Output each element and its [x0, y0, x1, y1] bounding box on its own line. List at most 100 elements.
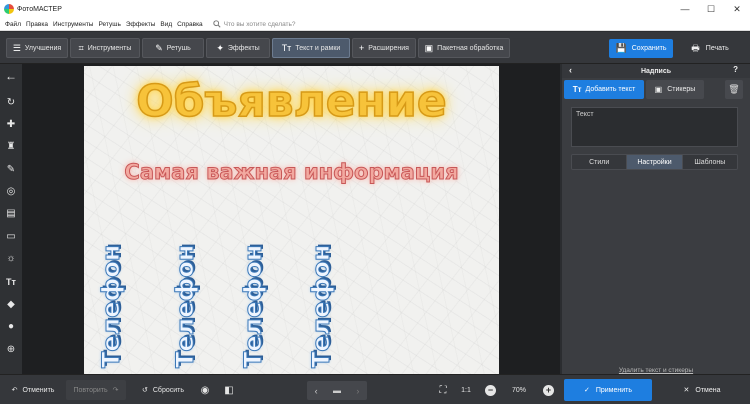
- paint-bucket-icon[interactable]: ◆: [3, 296, 19, 312]
- delete-text-stickers-link[interactable]: Удалить текст и стикеры: [562, 367, 750, 374]
- app-title: ФотоМАСТЕР: [17, 5, 62, 13]
- save-icon: 💾: [615, 43, 627, 53]
- next-photo-icon[interactable]: ›: [356, 386, 359, 396]
- print-button[interactable]: 🖶 Печать: [678, 39, 742, 58]
- back-arrow-icon[interactable]: ←: [3, 68, 19, 84]
- print-label: Печать: [705, 45, 729, 52]
- zoom-out-icon[interactable]: −: [485, 385, 496, 396]
- redo-button[interactable]: Повторить ↷: [66, 380, 126, 400]
- app-window: ФотоМАСТЕР — ☐ ✕ Файл Правка Инструменты…: [0, 0, 750, 404]
- phone-text-1[interactable]: Телефон: [96, 238, 126, 368]
- brush-icon[interactable]: ✎: [3, 161, 19, 177]
- text-icon: Tт: [281, 43, 292, 53]
- rotate-icon[interactable]: ↻: [3, 94, 19, 110]
- phone-text-2[interactable]: Телефон: [170, 238, 200, 368]
- apply-button[interactable]: ✓ Применить: [564, 379, 652, 401]
- minimize-button[interactable]: —: [672, 0, 698, 18]
- batch-images-icon: ▣: [424, 42, 434, 53]
- gradient-filter-icon[interactable]: ▤: [3, 205, 19, 221]
- stickers-button[interactable]: ▣ Стикеры: [646, 80, 704, 99]
- tab-label: Ретушь: [166, 44, 191, 52]
- cancel-label: Отмена: [695, 386, 721, 394]
- close-button[interactable]: ✕: [724, 0, 750, 18]
- crop-icon: ⌗: [78, 42, 84, 53]
- menu-retouch[interactable]: Ретушь: [98, 21, 120, 28]
- tab-templates[interactable]: Шаблоны: [682, 155, 737, 169]
- apply-label: Применить: [595, 386, 633, 394]
- tab-label: Текст и рамки: [295, 44, 341, 52]
- plus-icon: +: [359, 43, 365, 53]
- undo-button[interactable]: ↶ Отменить: [6, 380, 60, 400]
- color-drop-icon[interactable]: ●: [3, 318, 19, 334]
- panel-title: Надпись: [640, 67, 672, 75]
- bottom-bar: ↶ Отменить Повторить ↷ ↺ Сбросить ◉ ◧ ‹ …: [0, 374, 750, 404]
- tab-retouch[interactable]: ✎ Ретушь: [142, 38, 204, 58]
- folder-icon[interactable]: ▬: [333, 386, 341, 395]
- target-icon[interactable]: ◎: [3, 183, 19, 199]
- prev-photo-icon[interactable]: ‹: [315, 386, 318, 396]
- text-input[interactable]: Текст: [571, 107, 738, 147]
- tab-effects[interactable]: ✦ Эффекты: [206, 38, 270, 58]
- add-text-label: Добавить текст: [585, 86, 636, 93]
- healing-brush-icon[interactable]: ✚: [3, 116, 19, 132]
- crosshair-icon[interactable]: ⊕: [3, 341, 19, 357]
- menu-edit[interactable]: Правка: [26, 21, 48, 28]
- actual-size-button[interactable]: 1:1: [456, 380, 476, 400]
- menu-tools[interactable]: Инструменты: [53, 21, 94, 28]
- reset-label: Сбросить: [152, 386, 184, 394]
- trash-button[interactable]: 🗑: [725, 80, 743, 99]
- menu-view[interactable]: Вид: [160, 21, 172, 28]
- maximize-button[interactable]: ☐: [698, 0, 724, 18]
- reset-icon: ↺: [142, 387, 148, 394]
- tab-extensions[interactable]: + Расширения: [352, 38, 416, 58]
- phone-text-3[interactable]: Телефон: [238, 238, 268, 368]
- tab-settings[interactable]: Настройки: [627, 155, 683, 169]
- search-icon: [212, 20, 221, 28]
- back-chevron-icon[interactable]: ‹: [569, 65, 572, 75]
- sticker-icon: ▣: [654, 85, 663, 94]
- phone-text-4[interactable]: Телефон: [306, 238, 336, 368]
- tab-text-frames[interactable]: Tт Текст и рамки: [272, 38, 350, 58]
- headline-text[interactable]: Объявление: [84, 75, 499, 128]
- add-text-button[interactable]: Tт Добавить текст: [564, 80, 644, 99]
- brush-icon: ✎: [155, 42, 163, 53]
- menu-effects[interactable]: Эффекты: [126, 21, 156, 28]
- text-icon[interactable]: Tт: [3, 274, 19, 290]
- undo-icon: ↶: [11, 387, 18, 394]
- app-logo-icon: [4, 4, 14, 14]
- preview-eye-icon[interactable]: ◉: [196, 380, 214, 400]
- close-icon: ✕: [683, 387, 690, 394]
- compare-icon[interactable]: ◧: [220, 380, 238, 400]
- caption-panel: ‹ Надпись ? Tт Добавить текст ▣ Стикеры …: [562, 64, 750, 374]
- title-bar: ФотоМАСТЕР — ☐ ✕: [0, 0, 750, 18]
- tab-tools[interactable]: ⌗ Инструменты: [70, 38, 140, 58]
- vignette-icon[interactable]: ▭: [3, 228, 19, 244]
- panel-header: ‹ Надпись ?: [562, 64, 750, 78]
- help-icon[interactable]: ?: [733, 65, 738, 74]
- subline-text[interactable]: Самая важная информация: [84, 160, 499, 185]
- redo-label: Повторить: [73, 386, 108, 394]
- cancel-button[interactable]: ✕ Отмена: [656, 379, 748, 401]
- search-placeholder: Что вы хотите сделать?: [223, 20, 296, 28]
- zoom-level: 70%: [511, 386, 526, 394]
- save-label: Сохранить: [631, 45, 667, 52]
- stamp-icon[interactable]: ♜: [3, 138, 19, 154]
- tab-styles[interactable]: Стили: [572, 155, 628, 169]
- sliders-icon: ☰: [12, 42, 21, 53]
- fit-screen-icon[interactable]: ⛶: [434, 380, 452, 400]
- light-icon[interactable]: ☼: [3, 250, 19, 266]
- zoom-in-icon[interactable]: +: [543, 385, 554, 396]
- tab-label: Пакетная обработка: [437, 44, 504, 52]
- menu-file[interactable]: Файл: [5, 21, 21, 28]
- menu-search[interactable]: Что вы хотите сделать?: [212, 20, 296, 28]
- tab-label: Эффекты: [227, 44, 260, 52]
- text-icon: Tт: [572, 85, 582, 94]
- tab-label: Инструменты: [87, 44, 132, 52]
- tab-batch[interactable]: ▣ Пакетная обработка: [418, 38, 510, 58]
- save-button[interactable]: 💾 Сохранить: [609, 39, 673, 58]
- tab-enhancements[interactable]: ☰ Улучшения: [6, 38, 68, 58]
- menu-help[interactable]: Справка: [177, 21, 203, 28]
- tab-label: Расширения: [368, 44, 409, 52]
- reset-button[interactable]: ↺ Сбросить: [138, 380, 188, 400]
- photo-canvas[interactable]: Объявление Самая важная информация Телеф…: [84, 66, 499, 374]
